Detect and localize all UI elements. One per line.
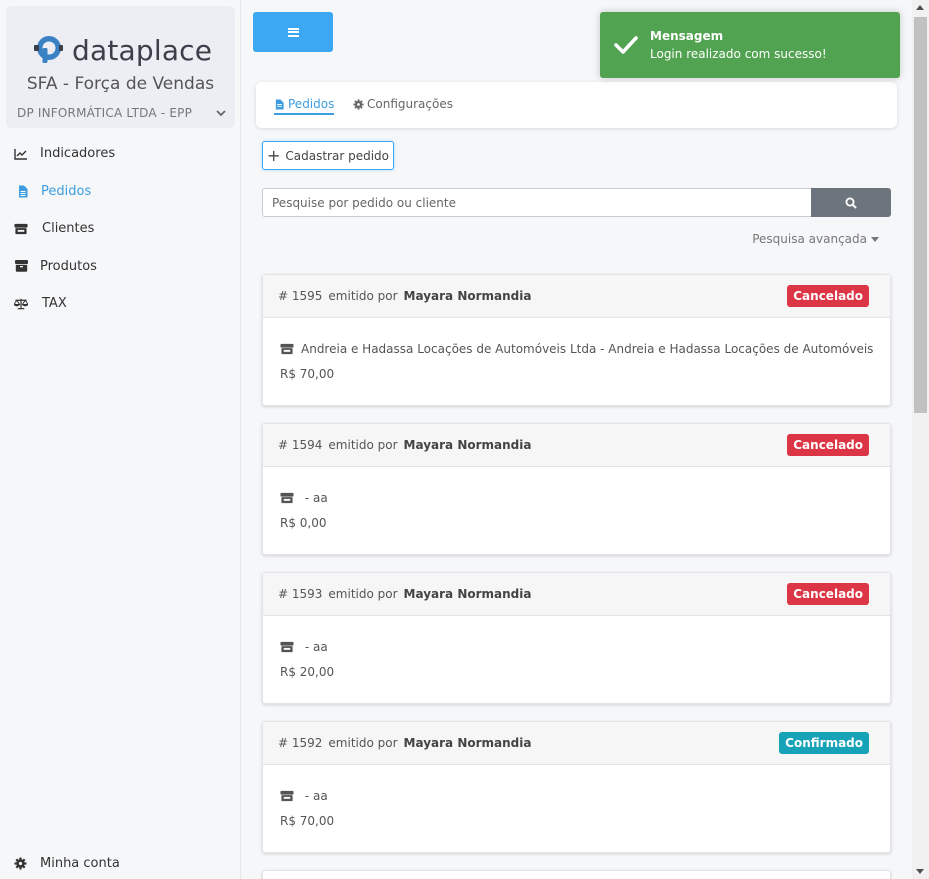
search-bar [262, 188, 891, 217]
gear-icon [353, 98, 364, 110]
order-total: R$ 70,00 [280, 367, 335, 381]
client-name: - aa [301, 789, 328, 803]
file-text-icon [16, 184, 30, 198]
my-account-label: Minha conta [40, 856, 120, 871]
order-number: # 1593 [278, 587, 323, 601]
seller-name: Mayara Normandia [403, 587, 532, 601]
scale-icon [14, 297, 28, 311]
sidebar-nav: Indicadores Pedidos Clientes Produtos TA… [0, 135, 240, 323]
menu-toggle-button[interactable] [253, 12, 333, 52]
status-badge: Cancelado [787, 434, 869, 456]
order-body: - aa R$ 20,00 [263, 616, 890, 679]
tab-label: Configurações [367, 97, 453, 111]
sidebar-item-indicadores[interactable]: Indicadores [0, 135, 240, 173]
store-icon [280, 343, 294, 355]
search-button[interactable] [811, 188, 891, 217]
issued-by-label: emitido por [328, 736, 398, 750]
search-input[interactable] [262, 188, 811, 217]
sidebar-item-label: TAX [42, 296, 67, 312]
main-content: Pedidos Configurações + Cadastrar pedido… [241, 0, 912, 879]
chevron-down-icon [216, 110, 226, 117]
status-badge: Confirmado [779, 732, 869, 754]
sidebar-item-pedidos[interactable]: Pedidos [0, 173, 240, 211]
sidebar-item-tax[interactable]: TAX [0, 285, 240, 323]
order-card[interactable]: # 1595 emitido por Mayara Normandia Canc… [262, 274, 891, 406]
company-name: DP INFORMÁTICA LTDA - EPP [17, 106, 193, 120]
issued-by-label: emitido por [328, 289, 398, 303]
tab-pedidos[interactable]: Pedidos [274, 97, 335, 115]
order-total: R$ 20,00 [280, 665, 335, 679]
caret-down-icon [871, 236, 879, 242]
box-icon [14, 259, 28, 273]
seller-name: Mayara Normandia [403, 736, 532, 750]
brand-panel: dataplace SFA - Força de Vendas DP INFOR… [6, 6, 235, 128]
logo-text: dataplace [72, 33, 213, 67]
hamburger-icon [287, 27, 299, 37]
toast-title: Mensagem [650, 29, 724, 43]
order-body: - aa R$ 70,00 [263, 765, 890, 828]
chart-line-icon [14, 147, 28, 161]
order-total: R$ 70,00 [280, 814, 335, 828]
page-scrollbar[interactable] [912, 0, 929, 879]
add-order-button[interactable]: + Cadastrar pedido [262, 141, 394, 170]
order-total: R$ 0,00 [280, 516, 327, 530]
order-number: # 1592 [278, 736, 323, 750]
store-icon [280, 492, 294, 504]
order-card[interactable]: # 1594 emitido por Mayara Normandia Canc… [262, 423, 891, 555]
order-card-partial[interactable] [262, 870, 891, 879]
order-body: - aa R$ 0,00 [263, 467, 890, 530]
tab-configuracoes[interactable]: Configurações [353, 97, 453, 111]
order-number: # 1595 [278, 289, 323, 303]
seller-name: Mayara Normandia [403, 438, 532, 452]
plus-icon: + [266, 145, 281, 165]
file-text-icon [275, 98, 284, 110]
order-header: # 1592 emitido por Mayara Normandia Conf… [263, 722, 890, 765]
issued-by-label: emitido por [328, 587, 398, 601]
tab-label: Pedidos [288, 97, 335, 111]
store-icon [280, 641, 294, 653]
order-header: # 1594 emitido por Mayara Normandia Canc… [263, 424, 890, 467]
sidebar-item-label: Pedidos [41, 183, 92, 199]
advanced-search-toggle[interactable]: Pesquisa avançada [752, 232, 879, 246]
sidebar-item-label: Clientes [42, 221, 95, 237]
order-number: # 1594 [278, 438, 323, 452]
sidebar-item-label: Indicadores [40, 146, 116, 162]
status-badge: Cancelado [787, 285, 869, 307]
sidebar-item-clientes[interactable]: Clientes [0, 210, 240, 248]
scroll-up-icon[interactable] [916, 5, 924, 10]
success-toast[interactable]: Mensagem Login realizado com sucesso! [600, 12, 900, 78]
order-header: # 1595 emitido por Mayara Normandia Canc… [263, 275, 890, 318]
toast-message: Login realizado com sucesso! [650, 47, 827, 61]
advanced-search-label: Pesquisa avançada [752, 232, 867, 246]
app-name: SFA - Força de Vendas [26, 74, 215, 94]
dataplace-logo-icon [34, 36, 63, 63]
gear-icon [14, 857, 28, 871]
issued-by-label: emitido por [328, 438, 398, 452]
client-name: - aa [301, 491, 328, 505]
search-icon [845, 197, 857, 209]
sidebar: dataplace SFA - Força de Vendas DP INFOR… [0, 0, 241, 879]
status-badge: Cancelado [787, 583, 869, 605]
order-card[interactable]: # 1593 emitido por Mayara Normandia Canc… [262, 572, 891, 704]
seller-name: Mayara Normandia [403, 289, 532, 303]
scroll-down-icon[interactable] [916, 869, 924, 874]
store-icon [14, 222, 28, 236]
order-card[interactable]: # 1592 emitido por Mayara Normandia Conf… [262, 721, 891, 853]
order-header: # 1593 emitido por Mayara Normandia Canc… [263, 573, 890, 616]
add-order-label: Cadastrar pedido [285, 148, 389, 163]
toast-content: Mensagem Login realizado com sucesso! [650, 29, 827, 61]
tabs-card: Pedidos Configurações [256, 82, 897, 128]
sidebar-item-label: Produtos [40, 258, 97, 274]
sidebar-item-produtos[interactable]: Produtos [0, 248, 240, 286]
scroll-thumb[interactable] [914, 17, 927, 413]
client-name: Andreia e Hadassa Locações de Automóveis… [301, 342, 874, 356]
check-icon [614, 36, 638, 54]
company-selector[interactable]: DP INFORMÁTICA LTDA - EPP [17, 106, 227, 120]
my-account-link[interactable]: Minha conta [14, 856, 120, 871]
store-icon [280, 790, 294, 802]
client-name: - aa [301, 640, 328, 654]
order-body: Andreia e Hadassa Locações de Automóveis… [263, 318, 890, 381]
logo[interactable]: dataplace [30, 28, 212, 72]
